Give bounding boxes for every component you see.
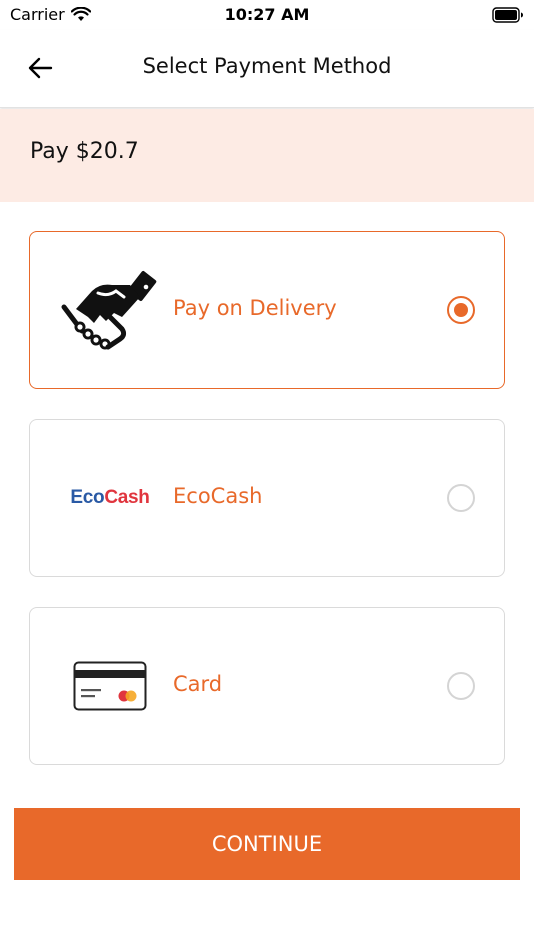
ecocash-logo: EcoCash: [60, 454, 160, 542]
option-label-card: Card: [173, 672, 223, 696]
payment-option-card[interactable]: Card: [29, 607, 505, 765]
status-time: 10:27 AM: [224, 5, 310, 24]
handshake-icon: [60, 266, 160, 354]
battery-icon: [492, 7, 524, 27]
ecocash-logo-cash: Cash: [104, 487, 150, 508]
ecocash-logo-eco: Eco: [70, 487, 105, 508]
radio-ecocash[interactable]: [447, 484, 475, 512]
pay-amount-text: Pay $20.7: [30, 139, 139, 164]
status-bar: Carrier 10:27 AM: [0, 0, 534, 30]
payment-option-pay-on-delivery[interactable]: Pay on Delivery: [29, 231, 505, 389]
option-label-pay-on-delivery: Pay on Delivery: [173, 296, 337, 320]
credit-card-icon: [60, 642, 160, 730]
page-title: Select Payment Method: [142, 54, 392, 78]
radio-pay-on-delivery[interactable]: [447, 296, 475, 324]
pay-amount-banner: Pay $20.7: [0, 109, 534, 202]
payment-option-ecocash[interactable]: EcoCash EcoCash: [29, 419, 505, 577]
radio-selected-dot: [454, 303, 468, 317]
radio-card[interactable]: [447, 672, 475, 700]
continue-button[interactable]: CONTINUE: [14, 808, 520, 880]
nav-bar: Select Payment Method: [0, 30, 534, 108]
payment-method-screen: Carrier 10:27 AM Select Payment Method P…: [0, 0, 534, 950]
option-label-ecocash: EcoCash: [173, 484, 263, 508]
